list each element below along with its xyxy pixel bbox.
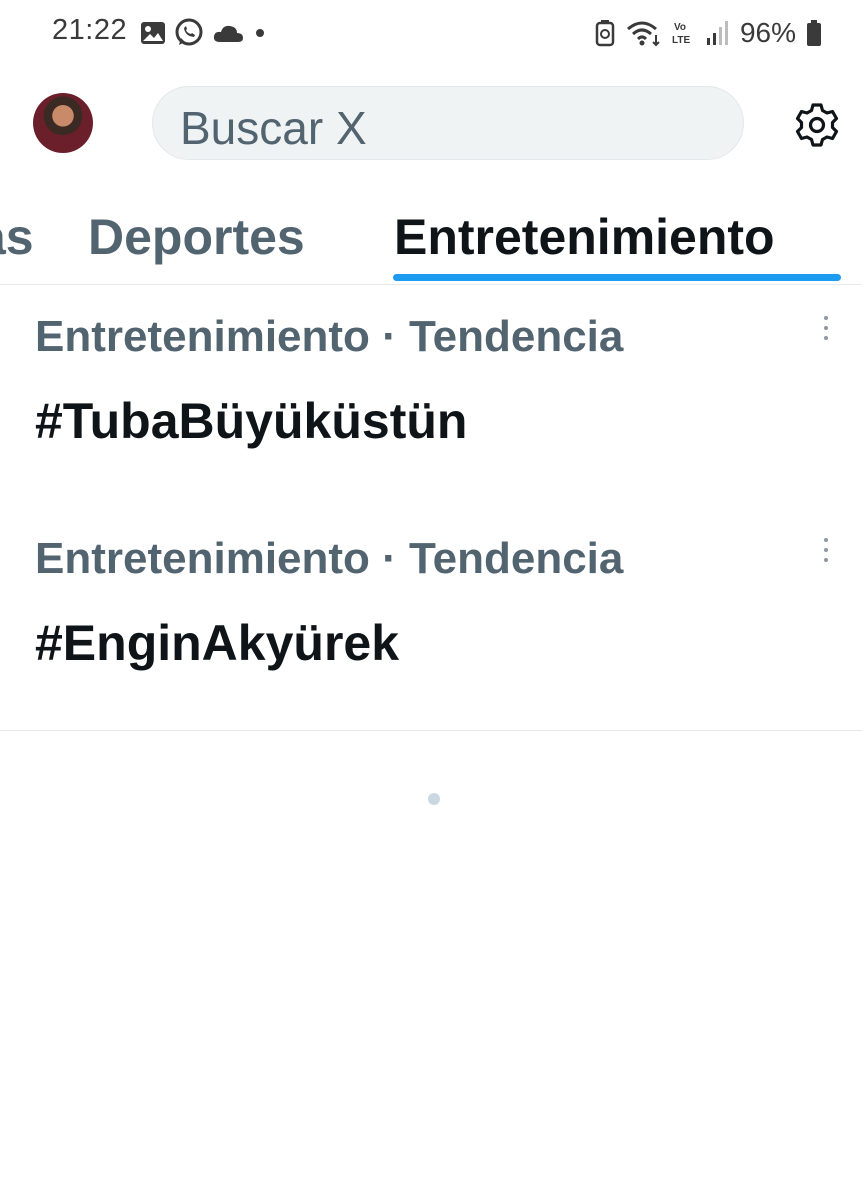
status-icons-right: Vo LTE 96% [594,14,822,52]
loading-indicator [428,793,440,805]
gallery-icon [141,22,165,44]
tab-entretenimiento[interactable]: Entretenimiento [394,208,775,266]
svg-text:LTE: LTE [672,35,690,46]
active-tab-indicator [393,274,841,281]
divider [0,730,862,731]
status-icons-left [140,16,268,50]
explore-tabs: as Deportes Entretenimiento [0,186,862,285]
svg-text:Vo: Vo [674,22,686,33]
top-bar: Buscar X [0,66,862,186]
more-options-icon[interactable] [820,538,832,572]
tab-deportes[interactable]: Deportes [88,208,305,266]
search-placeholder: Buscar X [180,102,367,154]
trend-hashtag: #TubaBüyüküstün [35,393,468,449]
battery-saver-icon [595,20,615,47]
battery-percent: 96% [739,17,796,48]
battery-icon [807,20,821,46]
more-options-icon[interactable] [820,316,832,350]
dot-icon [256,29,264,37]
volte-icon: Vo LTE [672,22,690,46]
signal-icon [706,21,728,45]
trend-category: Entretenimiento · Tendencia [35,312,624,361]
gear-icon[interactable] [793,101,841,149]
status-time: 21:22 [52,14,128,46]
trend-item[interactable]: Entretenimiento · Tendencia #TubaBüyüküs… [0,286,862,508]
cloud-icon [213,25,243,42]
search-input[interactable]: Buscar X [152,86,744,160]
trend-category: Entretenimiento · Tendencia [35,534,624,583]
trend-hashtag: #EnginAkyürek [35,615,400,671]
tab-partial[interactable]: as [0,208,34,266]
avatar[interactable] [33,93,93,153]
whatsapp-icon [175,18,203,46]
wifi-icon [626,21,660,47]
trend-item[interactable]: Entretenimiento · Tendencia #EnginAkyüre… [0,508,862,730]
status-bar: 21:22 Vo LTE 96% [0,0,862,66]
